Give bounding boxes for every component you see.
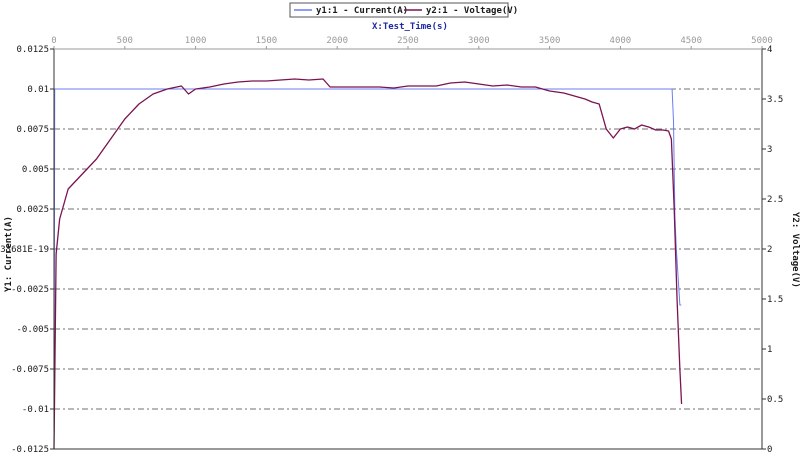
- y2-tick-label: 2: [767, 245, 772, 255]
- legend: y1:1 - Current(A) y2:1 - Voltage(V): [289, 2, 518, 18]
- y2-tick-label: 1: [767, 345, 772, 355]
- x-tick-label: 4500: [680, 36, 702, 46]
- x-tick-label: 0: [51, 36, 56, 46]
- x-tick-label: 1500: [256, 36, 278, 46]
- x-tick-label: 4000: [610, 36, 632, 46]
- y2-tick-label: 4: [767, 45, 772, 55]
- x-tick-label: 2500: [397, 36, 419, 46]
- x-tick-label: 1000: [185, 36, 207, 46]
- y1-tick-label: 0.0125: [16, 45, 49, 55]
- y2-tick-label: 3: [767, 145, 772, 155]
- y2-tick-label: 0: [767, 445, 772, 455]
- y1-tick-label: 0.01: [27, 85, 49, 95]
- y1-tick-label: -0.0075: [11, 365, 49, 375]
- y1-tick-label: 0.005: [22, 165, 49, 175]
- y1-tick-label: -0.005: [16, 325, 49, 335]
- x-tick-label: 3000: [468, 36, 490, 46]
- chart: y1:1 - Current(A) y2:1 - Voltage(V) X:Te…: [0, 2, 800, 455]
- legend-label-current: y1:1 - Current(A): [316, 6, 408, 16]
- legend-label-voltage: y2:1 - Voltage(V): [426, 6, 518, 16]
- y2-tick-label: 3.5: [767, 95, 783, 105]
- x-tick-label: 2000: [326, 36, 348, 46]
- y1-tick-label: -0.0025: [11, 285, 49, 295]
- y1-tick-label: -0.0125: [11, 445, 49, 455]
- y1-tick-label: 0.0075: [16, 125, 49, 135]
- y2-axis-label: Y2: Voltage(V): [790, 212, 800, 288]
- y1-tick-label: -0.01: [22, 405, 49, 415]
- y2-tick-label: 2.5: [767, 195, 783, 205]
- y2-tick-label: 1.5: [767, 295, 783, 305]
- x-axis-title: X:Test_Time(s): [372, 21, 448, 32]
- y2-tick-label: 0.5: [767, 395, 783, 405]
- y1-tick-label: 0.0025: [16, 205, 49, 215]
- x-tick-label: 500: [117, 36, 133, 46]
- y1-axis-label: Y1: Current(A): [4, 216, 14, 292]
- x-tick-label: 3500: [539, 36, 561, 46]
